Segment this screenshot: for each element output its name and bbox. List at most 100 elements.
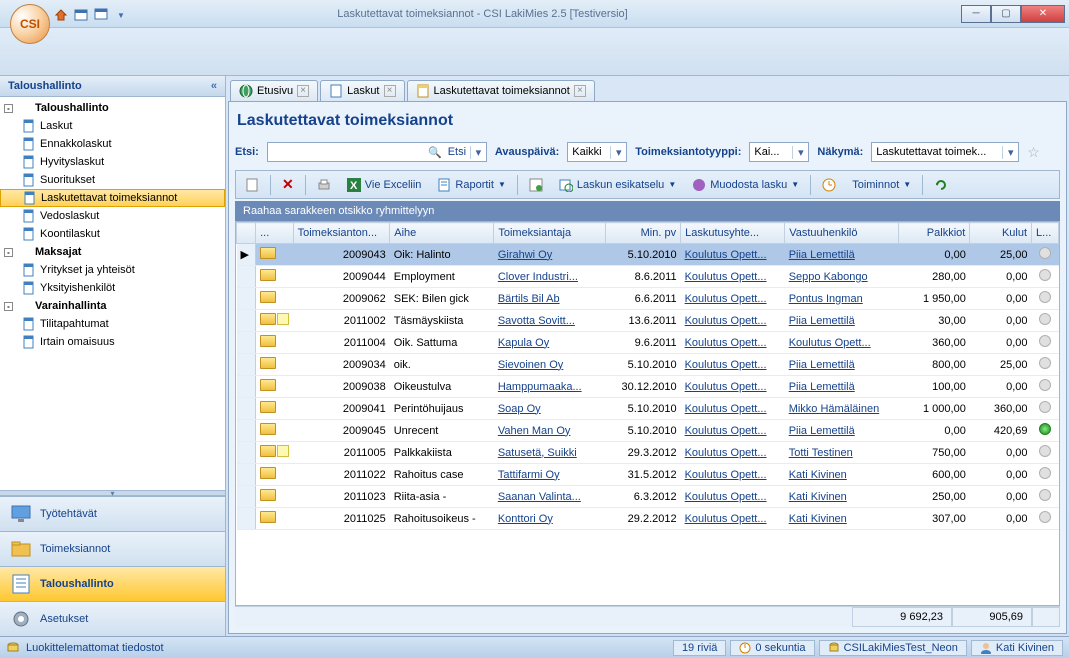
tree-node[interactable]: -Varainhallinta [0,297,225,315]
print-button[interactable] [310,175,338,195]
cell-link[interactable]: Kapula Oy [498,337,549,349]
cell-link[interactable]: Koulutus Opett... [685,513,767,525]
tree-node[interactable]: Yksityishenkilöt [0,279,225,297]
table-row[interactable]: 2009038OikeustulvaHamppumaaka...30.12.20… [237,376,1059,398]
collapse-icon[interactable]: « [211,80,217,92]
cell-link[interactable]: Koulutus Opett... [685,403,767,415]
tree-node[interactable]: Suoritukset [0,171,225,189]
table-row[interactable]: 2009041PerintöhuijausSoap Oy5.10.2010Kou… [237,398,1059,420]
tree-node[interactable]: Ennakkolaskut [0,135,225,153]
tab[interactable]: Laskut× [320,80,404,101]
maximize-button[interactable]: ▢ [991,5,1021,23]
cell-link[interactable]: Piia Lemettilä [789,249,855,261]
cell-link[interactable]: Koulutus Opett... [685,425,767,437]
cell-link[interactable]: Koulutus Opett... [685,293,767,305]
cell-link[interactable]: Koulutus Opett... [685,491,767,503]
close-button[interactable]: ✕ [1021,5,1065,23]
cell-link[interactable]: Saanan Valinta... [498,491,581,503]
table-row[interactable]: ▶2009043Oik: HalintoGirahwi Oy5.10.2010K… [237,244,1059,266]
cell-link[interactable]: Bärtils Bil Ab [498,293,560,305]
cell-link[interactable]: Konttori Oy [498,513,553,525]
raportit-button[interactable]: Raportit ▼ [430,175,512,195]
tree-node[interactable]: Vedoslaskut [0,207,225,225]
table-row[interactable]: 2009062SEK: Bilen gickBärtils Bil Ab6.6.… [237,288,1059,310]
cell-link[interactable]: Satusetä, Suikki [498,447,577,459]
tyyppi-value[interactable] [750,143,792,161]
clock-button[interactable] [815,175,843,195]
cell-link[interactable]: Koulutus Opett... [789,337,871,349]
chevron-down-icon[interactable]: ▾ [610,146,626,159]
col-header[interactable]: Aihe [390,223,494,244]
nav-toimeksiannot[interactable]: Toimeksiannot [0,531,225,566]
tab[interactable]: Etusivu× [230,80,318,101]
table-row[interactable]: 2011005PalkkakiistaSatusetä, Suikki29.3.… [237,442,1059,464]
tree-node[interactable]: Tilitapahtumat [0,315,225,333]
search-icon[interactable]: 🔍 [426,146,444,159]
calendar-icon[interactable] [72,6,90,24]
nav-taloushallinto[interactable]: Taloushallinto [0,566,225,601]
tab-close-icon[interactable]: × [384,85,396,97]
table-row[interactable]: 2011022Rahoitus caseTattifarmi Oy31.5.20… [237,464,1059,486]
tab-close-icon[interactable]: × [574,85,586,97]
tree-node[interactable]: -Taloushallinto [0,99,225,117]
home-icon[interactable] [52,6,70,24]
chevron-down-icon[interactable]: ▾ [792,146,808,159]
cell-link[interactable]: Koulutus Opett... [685,469,767,481]
cell-link[interactable]: Piia Lemettilä [789,425,855,437]
window-icon[interactable] [92,6,110,24]
tree-node[interactable]: Irtain omaisuus [0,333,225,351]
tree-toggle-icon[interactable]: - [4,248,13,257]
tree-node[interactable]: Hyvityslaskut [0,153,225,171]
table-row[interactable]: 2011025Rahoitusoikeus -Konttori Oy29.2.2… [237,508,1059,530]
toiminnot-button[interactable]: Toiminnot ▼ [845,176,918,194]
status-left-text[interactable]: Luokittelemattomat tiedostot [26,642,164,654]
minimize-button[interactable]: ─ [961,5,991,23]
cell-link[interactable]: Koulutus Opett... [685,337,767,349]
muodosta-button[interactable]: Muodosta lasku ▼ [685,175,806,195]
tyyppi-combo[interactable]: ▾ [749,142,809,162]
cell-link[interactable]: Mikko Hämäläinen [789,403,879,415]
search-combo[interactable]: 🔍 Etsi ▾ [267,142,487,162]
qat-dropdown-icon[interactable]: ▼ [112,6,130,24]
cell-link[interactable]: Sievoinen Oy [498,359,563,371]
tab-close-icon[interactable]: × [297,85,309,97]
cell-link[interactable]: Koulutus Opett... [685,359,767,371]
excel-button[interactable]: X Vie Exceliin [340,175,429,195]
cell-link[interactable]: Piia Lemettilä [789,315,855,327]
cell-link[interactable]: Tattifarmi Oy [498,469,560,481]
col-header[interactable]: Vastuuhenkilö [785,223,899,244]
cell-link[interactable]: Koulutus Opett... [685,447,767,459]
esikatselu-button[interactable]: Laskun esikatselu ▼ [552,175,683,195]
nakyma-value[interactable] [872,143,1002,161]
tree-node[interactable]: Laskut [0,117,225,135]
col-header[interactable]: Min. pv [606,223,681,244]
avaus-value[interactable] [568,143,610,161]
cell-link[interactable]: Koulutus Opett... [685,381,767,393]
table-row[interactable]: 2009045UnrecentVahen Man Oy5.10.2010Koul… [237,420,1059,442]
col-header[interactable]: Toimeksiantaja [494,223,606,244]
cell-link[interactable]: Girahwi Oy [498,249,552,261]
tree-node[interactable]: -Maksajat [0,243,225,261]
cell-link[interactable]: Vahen Man Oy [498,425,571,437]
col-header[interactable]: ... [256,223,294,244]
table-row[interactable]: 2009044EmploymentClover Industri...8.6.2… [237,266,1059,288]
cell-link[interactable]: Kati Kivinen [789,469,847,481]
cell-link[interactable]: Totti Testinen [789,447,853,459]
chevron-down-icon[interactable]: ▾ [1002,146,1018,159]
cell-link[interactable]: Pontus Ingman [789,293,863,305]
col-header[interactable]: Palkkiot [898,223,969,244]
group-header[interactable]: Raahaa sarakkeen otsikko ryhmittelyyn [235,201,1060,221]
search-input[interactable] [268,143,426,161]
nav-asetukset[interactable]: Asetukset [0,601,225,636]
col-header[interactable]: Toimeksianton... [293,223,390,244]
tab[interactable]: Laskutettavat toimeksiannot× [407,80,595,101]
table-row[interactable]: 2009034oik.Sievoinen Oy5.10.2010Koulutus… [237,354,1059,376]
cell-link[interactable]: Piia Lemettilä [789,359,855,371]
new-button[interactable] [238,175,266,195]
col-header[interactable]: Laskutusyhte... [681,223,785,244]
tree-node[interactable]: Koontilaskut [0,225,225,243]
cell-link[interactable]: Hamppumaaka... [498,381,582,393]
cell-link[interactable]: Kati Kivinen [789,513,847,525]
col-header[interactable] [237,223,256,244]
nav-työtehtävät[interactable]: Työtehtävät [0,496,225,531]
